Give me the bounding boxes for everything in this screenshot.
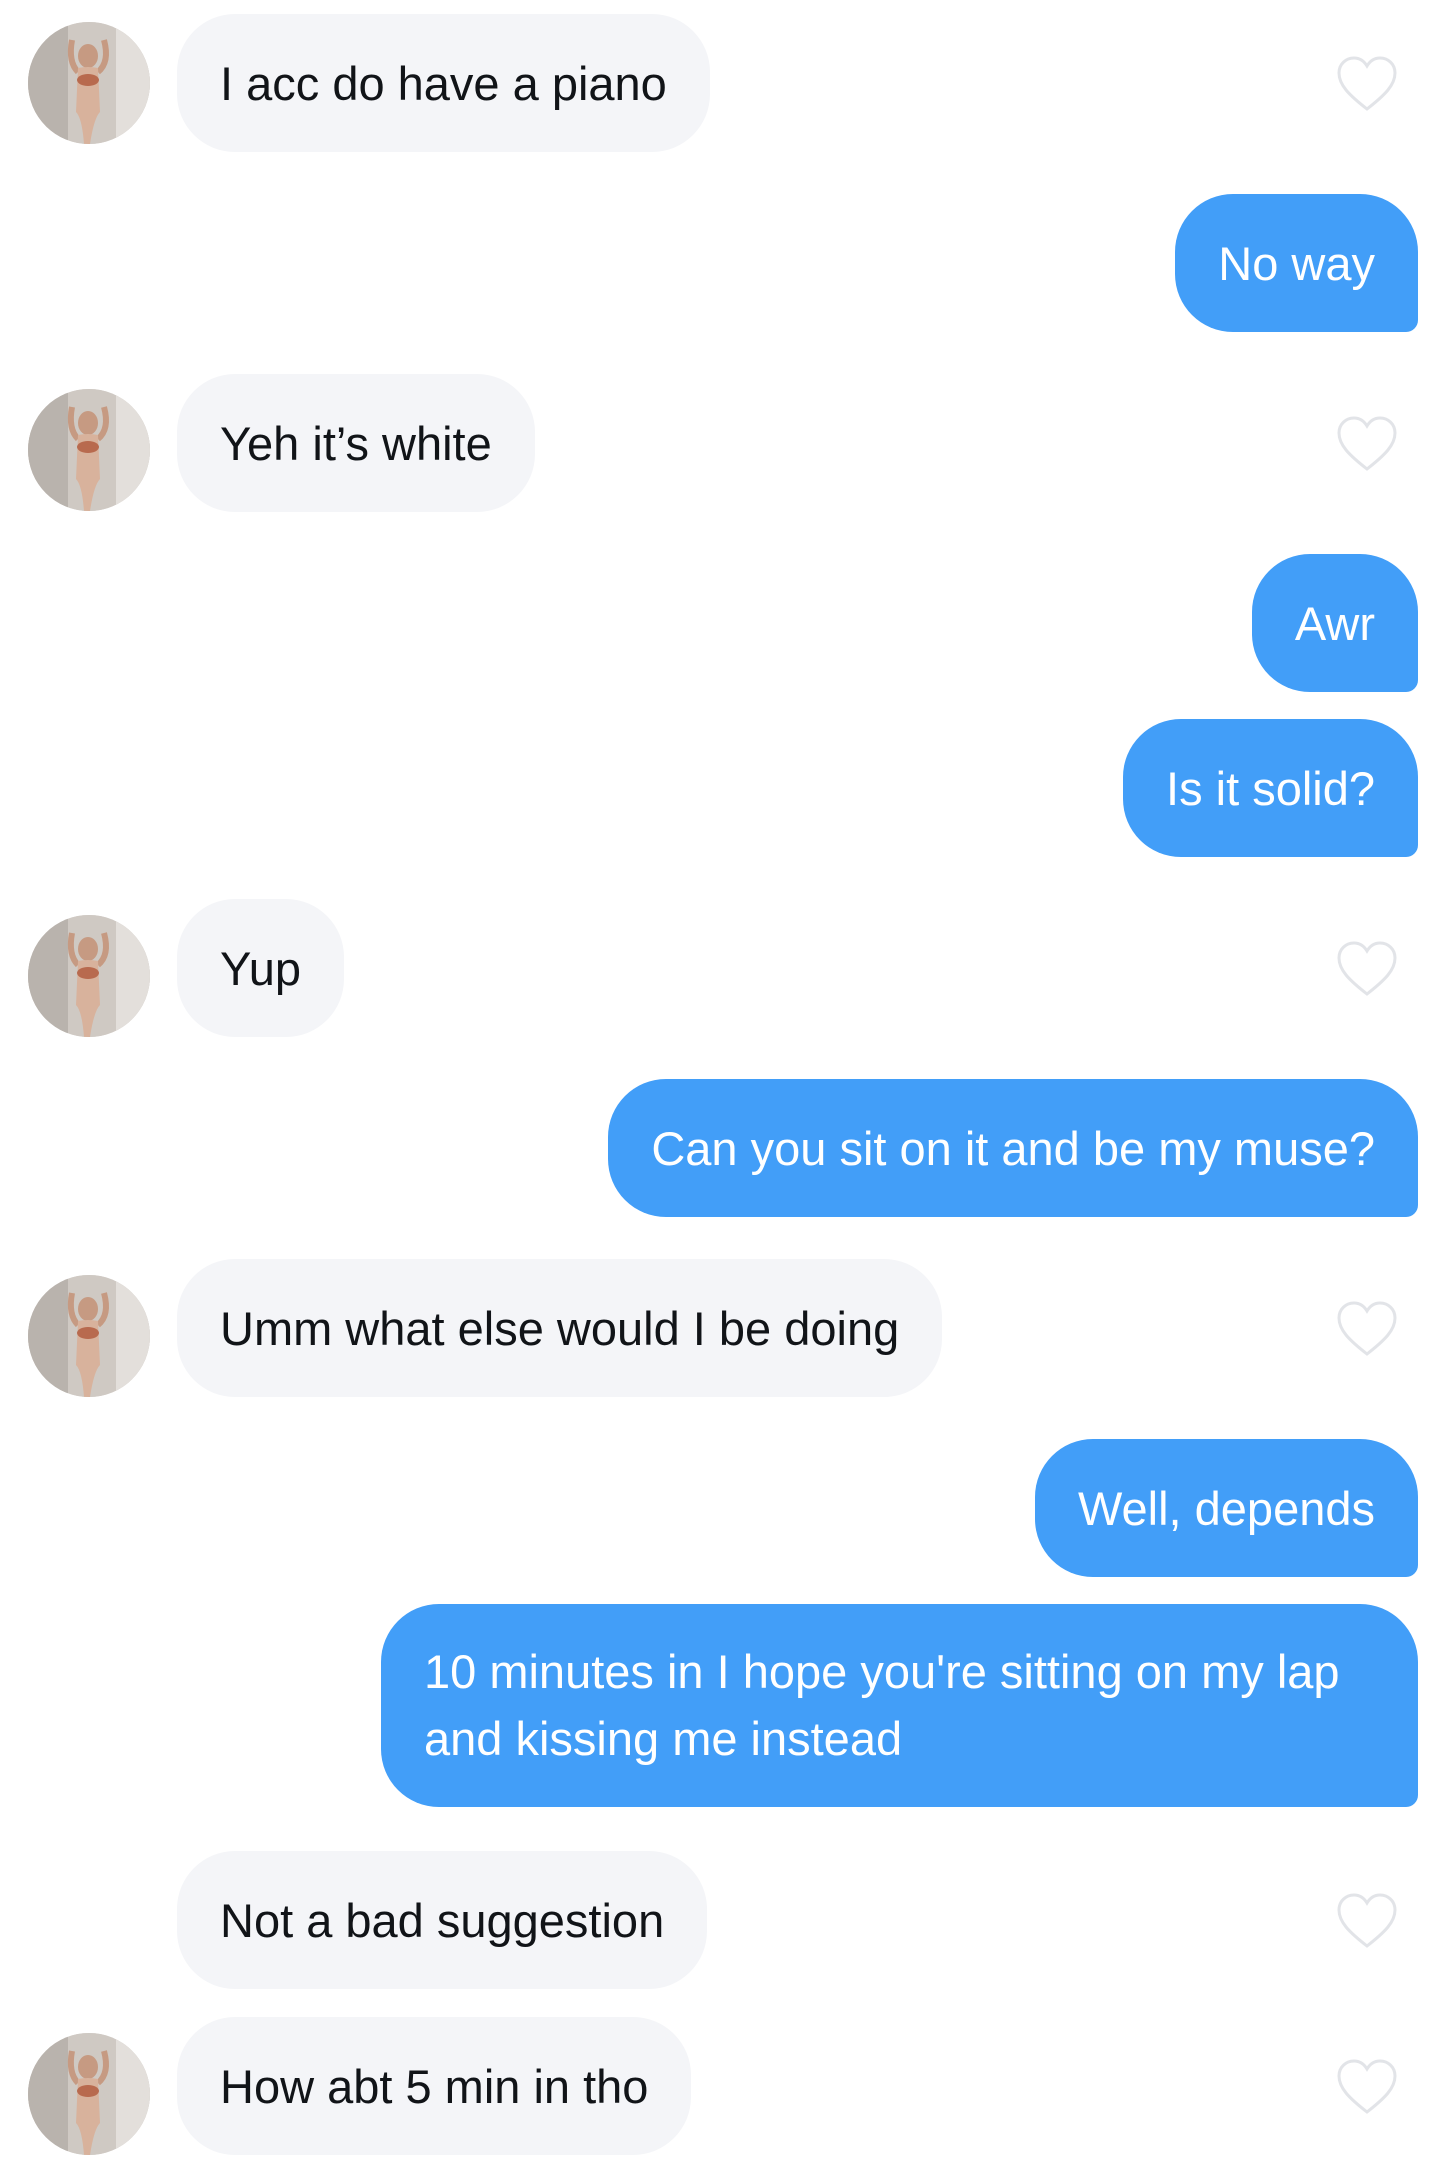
incoming-message[interactable]: How abt 5 min in tho [177,2017,692,2155]
avatar[interactable] [28,2033,150,2155]
outgoing-message[interactable]: 10 minutes in I hope you're sitting on m… [381,1604,1418,1807]
incoming-message[interactable]: Umm what else would I be doing [177,1259,943,1397]
chat-thread: I acc do have a piano No way Yeh it’s wh… [0,0,1440,2167]
incoming-message[interactable]: Yeh it’s white [177,374,535,512]
avatar[interactable] [28,915,150,1037]
profile-photo [28,1275,150,1397]
avatar[interactable] [28,22,150,144]
heart-outline-icon[interactable] [1335,1300,1399,1358]
avatar[interactable] [28,1275,150,1397]
profile-photo [28,22,150,144]
avatar[interactable] [28,389,150,511]
outgoing-message[interactable]: Can you sit on it and be my muse? [608,1079,1418,1217]
heart-outline-icon[interactable] [1335,2058,1399,2116]
heart-outline-icon[interactable] [1335,415,1399,473]
outgoing-message[interactable]: No way [1175,194,1418,332]
profile-photo [28,915,150,1037]
outgoing-message[interactable]: Is it solid? [1123,719,1418,857]
incoming-message[interactable]: Yup [177,899,345,1037]
incoming-message[interactable]: I acc do have a piano [177,14,710,152]
outgoing-message[interactable]: Awr [1251,554,1418,692]
heart-outline-icon[interactable] [1335,940,1399,998]
heart-outline-icon[interactable] [1335,55,1399,113]
outgoing-message[interactable]: Well, depends [1035,1439,1418,1577]
heart-outline-icon[interactable] [1335,1892,1399,1950]
profile-photo [28,389,150,511]
incoming-message[interactable]: Not a bad suggestion [177,1851,708,1989]
profile-photo [28,2033,150,2155]
